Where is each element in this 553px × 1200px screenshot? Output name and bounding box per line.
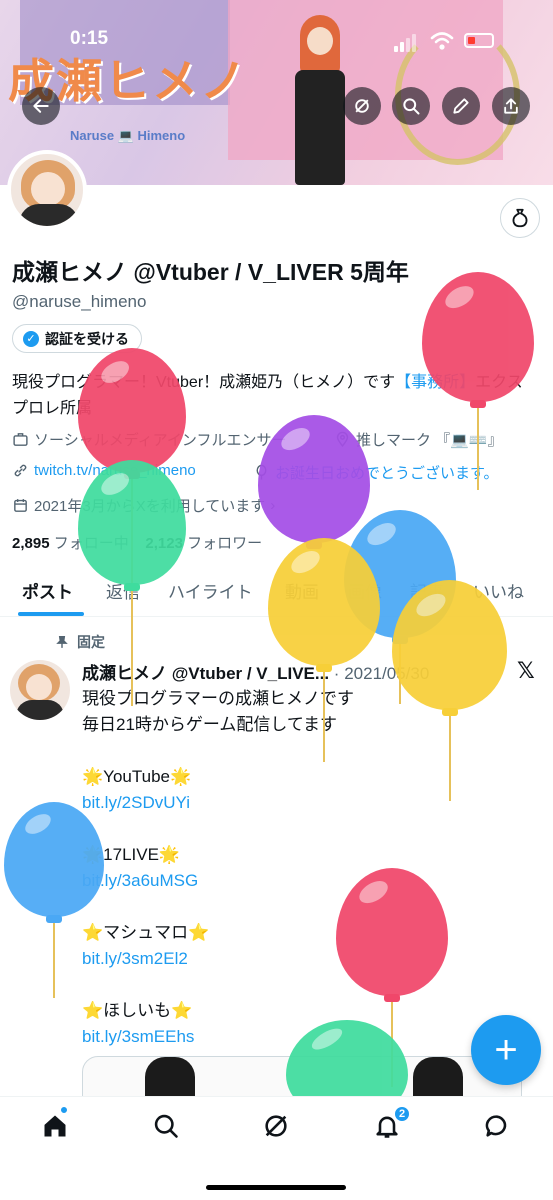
tweet-link[interactable]: bit.ly/2SDvUYi [82,790,512,816]
signal-icon [394,46,398,52]
website[interactable]: twitch.tv/naruse_himeno [12,462,196,479]
search-button[interactable] [392,87,430,125]
nav-search[interactable] [151,1111,181,1141]
tab-highlights[interactable]: ハイライト [168,578,253,603]
tab-posts[interactable]: ポスト [22,578,73,603]
share-button[interactable] [492,87,530,125]
tweet-text-line: ⭐マシュマロ⭐ [82,923,210,942]
link-icon [14,464,27,477]
tab-replies[interactable]: 返信 [106,578,140,603]
compose-post-button[interactable]: + [471,1015,541,1085]
home-indicator [206,1185,346,1190]
signal-icon [406,38,410,52]
tweet-separator: · [333,664,340,683]
tweet-author[interactable]: 成瀬ヒメノ @Vtuber / V_LIVE... [82,664,329,683]
tweet-text-line: 🌟17LIVE🌟 [82,845,181,864]
handle: @naruse_himeno [12,292,147,311]
signal-icon [412,34,416,52]
followers-label: フォロワー [187,535,263,552]
grok-icon [265,1115,287,1137]
search-icon [154,1114,178,1138]
arrow-left-icon [33,99,49,113]
location-pin-icon [336,431,349,447]
tweet-text-line: 毎日21時からゲーム配信してます [82,715,338,734]
tweet-link[interactable]: bit.ly/3smEEhs [82,1024,512,1050]
share-icon [504,98,518,114]
location: 推しマーク 『💻⌨️』 [334,429,503,450]
pin-icon [56,636,68,648]
profile-avatar[interactable] [7,150,87,230]
category: ソーシャルメディアインフルエンサー [12,429,286,450]
briefcase-icon [13,433,28,446]
bio-hashtag-link[interactable]: 【事務所】 [395,374,475,391]
birthday-label: お誕生日おめでとうございます。 [275,465,499,482]
status-icons [392,30,502,52]
chevron-right-icon: › [270,497,276,514]
followers-link[interactable]: 2,123 フォロワー [145,535,262,552]
tab-videos[interactable]: 動画 [285,578,319,603]
following-link[interactable]: 2,895 フォロー中 [12,535,129,552]
search-icon [403,98,420,115]
battery-icon [464,33,494,48]
back-button[interactable] [22,87,60,125]
home-unread-dot [60,1106,68,1114]
money-bag-icon [512,208,528,228]
location-label: 推しマーク 『💻⌨️』 [356,432,503,449]
join-date-label: 2021年3月からXを利用しています [34,498,266,515]
tweet-text-line [82,738,512,764]
pinned-indicator: 固定 [55,632,105,652]
tweet-text-line [82,972,512,998]
grok-icon [355,99,369,113]
tweet-avatar[interactable] [10,660,70,720]
balloon-icon [256,464,267,480]
tweet-text-line: 現役プログラマーの成瀬ヒメノです [82,689,354,708]
edit-button[interactable] [442,87,480,125]
tweet-text-line: ⭐ほしいも⭐ [82,1001,193,1020]
active-tab-indicator [18,612,84,616]
followers-count: 2,123 [145,535,183,552]
nav-grok[interactable] [261,1111,291,1141]
bio-text: 現役プログラマー！Vtuber！成瀬姫乃（ヒメノ）です [12,374,396,391]
website-link[interactable]: twitch.tv/naruse_himeno [34,462,196,479]
tab-likes[interactable]: いいね [473,578,524,603]
profile-tabs: ポスト 返信 ハイライト 動画 画像 記事 いいね [0,565,553,617]
tweet-header: 成瀬ヒメノ @Vtuber / V_LIVE... · 2021/05/30 [82,659,429,684]
x-logo-icon[interactable]: 𝕏 [517,658,535,684]
birthday: お誕生日おめでとうございます。 [253,462,499,483]
follow-stats: 2,895 フォロー中 2,123 フォロワー [12,532,262,553]
signal-icon [400,42,404,52]
get-verified-button[interactable]: ✓ 認証を受ける [12,324,142,353]
tweet-text-line [82,894,512,920]
nav-messages[interactable] [482,1111,512,1141]
banner-subtitle: Naruse 💻 Himeno [70,128,186,143]
tab-articles[interactable]: 記事 [410,578,444,603]
tweet-date[interactable]: 2021/05/30 [344,664,429,683]
wifi-icon [430,32,454,50]
following-label: フォロー中 [53,535,129,552]
join-date[interactable]: 2021年3月からXを利用しています › [12,495,275,516]
bio: 現役プログラマー！Vtuber！成瀬姫乃（ヒメノ）です【事務所】エクスプロレ所属 [12,370,532,422]
plus-icon: + [494,1027,518,1072]
tweet-text-line [82,816,512,842]
display-name: 成瀬ヒメノ @Vtuber / V_LIVER 5周年 [12,259,409,285]
tab-photos[interactable]: 画像 [348,578,382,603]
chat-bubble-icon [485,1115,507,1137]
grok-button[interactable] [343,87,381,125]
verified-badge-icon: ✓ [23,330,39,347]
tip-button[interactable] [500,198,540,238]
tweet-link[interactable]: bit.ly/3a6uMSG [82,868,512,894]
home-icon [44,1115,66,1137]
following-count: 2,895 [12,535,50,552]
category-label: ソーシャルメディアインフルエンサー [34,432,287,449]
nav-home[interactable] [40,1111,70,1141]
tweet-text-line: 🌟YouTube🌟 [82,767,192,786]
tweet-body: 現役プログラマーの成瀬ヒメノです 毎日21時からゲーム配信してます 🌟YouTube… [82,686,512,1050]
get-verified-label: 認証を受ける [45,330,129,347]
pencil-icon [453,98,469,114]
notification-badge: 2 [393,1105,411,1123]
calendar-icon [14,499,27,512]
tweet-link[interactable]: bit.ly/3sm2El2 [82,946,512,972]
pinned-label: 固定 [77,634,105,650]
status-time: 0:15 [70,28,109,49]
